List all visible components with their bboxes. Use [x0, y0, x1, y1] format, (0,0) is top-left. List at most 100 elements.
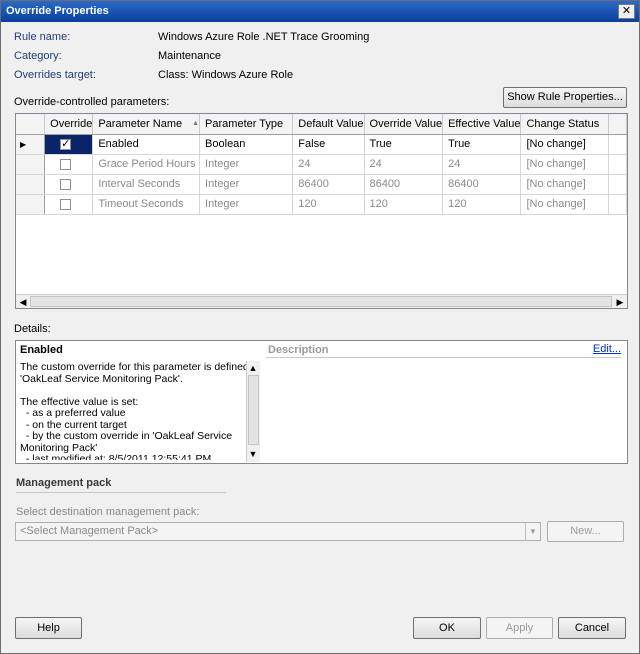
override-checkbox[interactable] [60, 178, 72, 190]
parameter-name-cell[interactable]: Interval Seconds [92, 174, 201, 195]
col-header-parameter-name[interactable]: Parameter Name ▲ [92, 114, 201, 135]
col-header-effective-value[interactable]: Effective Value [442, 114, 522, 135]
table-row[interactable]: Timeout Seconds Integer 120 120 120 [No … [16, 194, 628, 215]
details-label: Details: [14, 323, 51, 335]
management-pack-divider [16, 492, 226, 493]
override-checkbox[interactable] [60, 158, 72, 170]
effective-value-cell[interactable]: 86400 [442, 174, 522, 195]
col-header-parameter-name-text: Parameter Name [98, 117, 183, 130]
default-value-cell[interactable]: 24 [292, 154, 365, 175]
row-header[interactable]: ▶ [16, 134, 46, 155]
default-value-cell[interactable]: 86400 [292, 174, 365, 195]
rule-name-value: Windows Azure Role .NET Trace Grooming [158, 31, 370, 43]
details-line: - last modified at: 8/5/2011 12:55:41 PM [20, 454, 212, 460]
apply-button[interactable]: Apply [486, 617, 553, 639]
filler-cell [608, 134, 628, 155]
scroll-left-icon[interactable]: ◀ [17, 296, 29, 308]
parameter-type-cell[interactable]: Integer [199, 154, 294, 175]
row-header[interactable] [16, 174, 46, 195]
col-header-change-status[interactable]: Change Status [520, 114, 609, 135]
change-status-cell[interactable]: [No change] [520, 154, 609, 175]
description-header: Description [268, 344, 329, 356]
row-header[interactable] [16, 154, 46, 175]
parameter-type-cell[interactable]: Integer [199, 194, 294, 215]
override-value-cell[interactable]: 86400 [364, 174, 444, 195]
table-row[interactable]: Grace Period Hours Integer 24 24 24 [No … [16, 154, 628, 175]
override-value-cell[interactable]: 120 [364, 194, 444, 215]
filler-cell [608, 174, 628, 195]
horizontal-scrollbar[interactable]: ◀ ▶ [16, 294, 627, 308]
close-button[interactable]: ✕ [618, 4, 635, 19]
ok-button[interactable]: OK [413, 617, 481, 639]
override-checkbox[interactable] [60, 137, 72, 150]
overrides-target-value: Class: Windows Azure Role [158, 69, 294, 81]
scroll-down-icon[interactable]: ▼ [247, 448, 259, 460]
dropdown-arrow-icon[interactable]: ▼ [525, 523, 540, 540]
details-line: 'OakLeaf Service Monitoring Pack'. [20, 372, 183, 385]
details-title: Enabled [20, 344, 63, 356]
details-vertical-scrollbar[interactable]: ▲ ▼ [246, 361, 260, 462]
cancel-button[interactable]: Cancel [558, 617, 626, 639]
col-header-filler [608, 114, 628, 135]
effective-value-cell[interactable]: True [442, 134, 522, 155]
show-rule-properties-button[interactable]: Show Rule Properties... [503, 87, 627, 108]
change-status-cell[interactable]: [No change] [520, 174, 609, 195]
help-button[interactable]: Help [15, 617, 82, 639]
parameter-name-cell[interactable]: Enabled [92, 134, 201, 155]
management-pack-section-title: Management pack [16, 477, 112, 489]
col-header-parameter-type[interactable]: Parameter Type [199, 114, 294, 135]
details-line [20, 385, 246, 397]
edit-link[interactable]: Edit... [593, 343, 621, 355]
management-pack-select-value: <Select Management Pack> [20, 525, 159, 537]
details-line: - as a preferred value [20, 407, 126, 419]
overrides-target-label: Overrides target: [14, 69, 96, 81]
override-properties-dialog: Override Properties ✕ Rule name: Windows… [0, 0, 640, 654]
effective-value-cell[interactable]: 120 [442, 194, 522, 215]
filler-cell [608, 194, 628, 215]
new-management-pack-button[interactable]: New... [547, 521, 624, 542]
parameter-name-cell[interactable]: Grace Period Hours [92, 154, 201, 175]
table-row[interactable]: Interval Seconds Integer 86400 86400 864… [16, 174, 628, 195]
change-status-cell[interactable]: [No change] [520, 194, 609, 215]
horizontal-scroll-thumb[interactable] [30, 296, 612, 307]
details-text: The custom override for this parameter i… [20, 361, 260, 460]
current-row-icon: ▶ [20, 140, 27, 149]
override-cell[interactable] [44, 154, 94, 175]
sort-ascending-icon: ▲ [192, 119, 200, 127]
window-title: Override Properties [6, 5, 109, 17]
override-cell[interactable] [44, 194, 94, 215]
scroll-up-icon[interactable]: ▲ [247, 362, 259, 374]
override-cell[interactable] [44, 134, 94, 155]
override-cell[interactable] [44, 174, 94, 195]
override-checkbox[interactable] [60, 198, 72, 210]
filler-cell [608, 154, 628, 175]
details-line: Monitoring Pack' [20, 441, 98, 454]
effective-value-cell[interactable]: 24 [442, 154, 522, 175]
default-value-cell[interactable]: 120 [292, 194, 365, 215]
parameter-type-cell[interactable]: Boolean [199, 134, 294, 155]
default-value-cell[interactable]: False [292, 134, 365, 155]
rule-name-label: Rule name: [14, 31, 71, 43]
row-header[interactable] [16, 194, 46, 215]
management-pack-select[interactable]: <Select Management Pack> ▼ [15, 522, 541, 541]
vertical-scroll-thumb[interactable] [248, 375, 259, 445]
override-value-cell[interactable]: True [364, 134, 444, 155]
col-header-override[interactable]: Override [44, 114, 94, 135]
parameter-type-cell[interactable]: Integer [199, 174, 294, 195]
category-value: Maintenance [158, 50, 221, 62]
details-line: The custom override for this parameter i… [20, 361, 260, 373]
row-header-corner [16, 114, 46, 135]
details-panel: Enabled Description Edit... The custom o… [15, 340, 628, 464]
scroll-right-icon[interactable]: ▶ [614, 296, 626, 308]
parameter-name-cell[interactable]: Timeout Seconds [92, 194, 201, 215]
change-status-cell[interactable]: [No change] [520, 134, 609, 155]
title-bar: Override Properties ✕ [1, 1, 639, 22]
grid-section-label: Override-controlled parameters: [14, 96, 170, 108]
table-row[interactable]: ▶ Enabled Boolean False True True [No ch… [16, 134, 628, 155]
description-divider [266, 357, 621, 358]
parameters-grid: Override Parameter Name ▲ Parameter Type … [15, 113, 628, 309]
details-line: - by the custom override in 'OakLeaf Ser… [20, 430, 233, 442]
col-header-default-value[interactable]: Default Value [292, 114, 365, 135]
override-value-cell[interactable]: 24 [364, 154, 444, 175]
col-header-override-value[interactable]: Override Value [364, 114, 444, 135]
